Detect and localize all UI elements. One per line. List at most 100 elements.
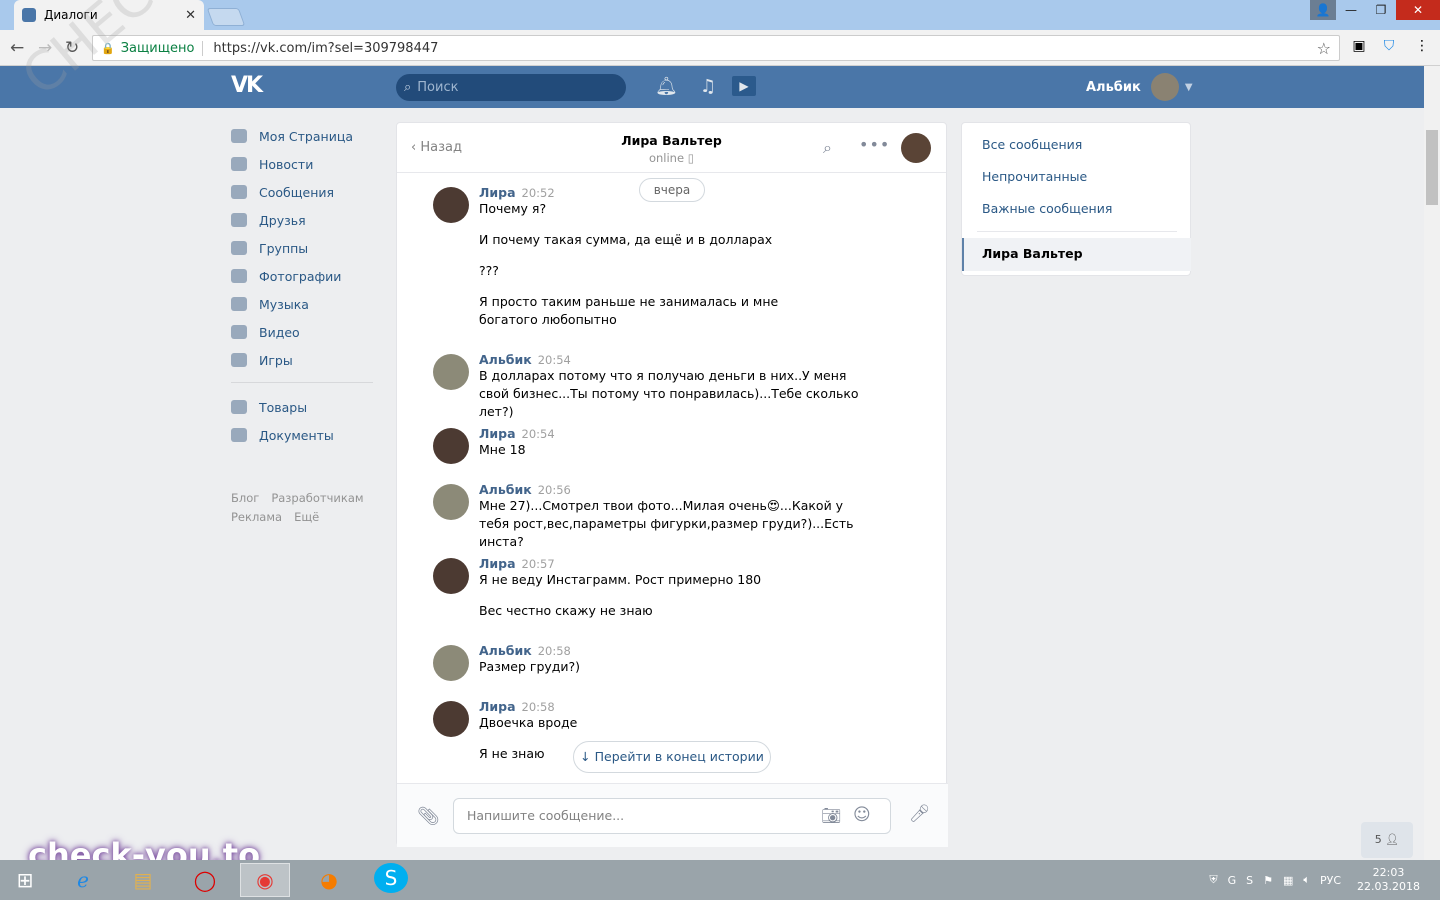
restore-button[interactable]: ❐ xyxy=(1366,0,1396,20)
firefox-icon[interactable]: ◕ xyxy=(304,863,354,897)
filter-important[interactable]: Важные сообщения xyxy=(982,201,1112,216)
chrome-icon[interactable]: ◉ xyxy=(240,863,290,897)
sidebar-item-groups[interactable]: Группы xyxy=(228,234,378,262)
friends-icon xyxy=(231,213,247,227)
avatar[interactable] xyxy=(433,558,469,594)
file-explorer-icon[interactable]: ▤ xyxy=(118,863,168,897)
sidebar-item-games[interactable]: Игры xyxy=(228,346,378,374)
paperclip-icon[interactable]: 📎︎ xyxy=(417,806,440,827)
music-note-icon[interactable]: ♫ xyxy=(700,76,716,97)
sidebar-footer: Блог Разработчикам Реклама Ещё xyxy=(231,489,378,527)
message-time: 20:57 xyxy=(521,557,555,571)
active-chat-item[interactable]: Лира Вальтер xyxy=(962,238,1191,271)
documents-icon xyxy=(231,428,247,442)
message-text: Размер груди?) xyxy=(479,659,581,674)
tray-grammarly-icon[interactable]: G xyxy=(1228,874,1237,887)
sidebar-item-messages[interactable]: Сообщения xyxy=(228,178,378,206)
smiley-icon[interactable]: ☺ xyxy=(853,805,871,825)
camera-icon[interactable]: 📷︎ xyxy=(821,806,841,825)
search-icon[interactable]: ⌕ xyxy=(823,138,832,158)
sidebar-item-video[interactable]: Видео xyxy=(228,318,378,346)
microphone-icon[interactable]: 🎤︎ xyxy=(909,804,931,824)
url-field[interactable]: 🔒 Защищено https://vk.com/im?sel=3097984… xyxy=(92,35,1340,61)
shield-extension-icon[interactable]: ⛉ xyxy=(1380,37,1398,55)
message-meta: Альбик 20:58 xyxy=(479,643,869,658)
skype-icon[interactable]: S xyxy=(374,863,408,893)
avatar[interactable] xyxy=(433,187,469,223)
photos-icon xyxy=(231,269,247,283)
windows-start-icon[interactable]: ⊞ xyxy=(0,863,50,897)
minimize-button[interactable]: — xyxy=(1336,0,1366,20)
person-icon: 👤︎ xyxy=(1385,833,1400,846)
friends-online-button[interactable]: 5 👤︎ xyxy=(1361,822,1413,858)
sidebar-item-goods[interactable]: Товары xyxy=(228,393,378,421)
sidebar-item-label: Моя Страница xyxy=(259,128,353,144)
clock[interactable]: 22:03 22.03.2018 xyxy=(1357,866,1420,894)
vk-favicon-icon xyxy=(22,8,36,22)
tray-flag-icon[interactable]: ⚑ xyxy=(1263,874,1273,887)
avatar[interactable] xyxy=(433,701,469,737)
internet-explorer-icon[interactable]: ℯ xyxy=(58,863,108,897)
close-tab-icon[interactable]: ✕ xyxy=(185,8,196,23)
play-icon[interactable]: ▶ xyxy=(732,76,756,96)
bell-icon[interactable]: 🔔︎ xyxy=(655,76,678,97)
tray-volume-icon[interactable]: 🔈︎ xyxy=(1303,873,1310,887)
avatar[interactable] xyxy=(433,484,469,520)
filter-all-messages[interactable]: Все сообщения xyxy=(982,137,1082,152)
right-filter-panel: Все сообщения Непрочитанные Важные сообщ… xyxy=(961,122,1191,276)
sidebar-item-documents[interactable]: Документы xyxy=(228,421,378,449)
message-author[interactable]: Альбик xyxy=(479,352,532,367)
bookmark-star-icon[interactable]: ☆ xyxy=(1317,39,1331,58)
message-author[interactable]: Альбик xyxy=(479,643,532,658)
tray-antivirus-icon[interactable]: ⛨ xyxy=(1209,873,1217,887)
avatar[interactable] xyxy=(433,354,469,390)
message-meta: Альбик 20:56 xyxy=(479,482,869,497)
extension-icon[interactable]: ▣ xyxy=(1350,37,1368,55)
more-dots-icon[interactable]: ••• xyxy=(859,135,890,154)
message-text: Мне 27)...Смотрел твои фото...Милая очен… xyxy=(479,498,854,549)
sidebar-divider xyxy=(231,382,373,383)
footer-ads-link[interactable]: Реклама xyxy=(231,510,282,524)
scrollbar-thumb[interactable] xyxy=(1426,130,1438,205)
sidebar-item-photos[interactable]: Фотографии xyxy=(228,262,378,290)
profile-icon[interactable]: 👤 xyxy=(1310,0,1336,20)
footer-blog-link[interactable]: Блог xyxy=(231,491,259,505)
mobile-icon: ▯ xyxy=(687,151,695,165)
avatar xyxy=(1150,73,1179,101)
message-author[interactable]: Лира xyxy=(479,426,516,441)
filter-unread[interactable]: Непрочитанные xyxy=(982,169,1087,184)
sidebar-item-news[interactable]: Новости xyxy=(228,150,378,178)
message-text: Двоечка вроде xyxy=(479,715,578,730)
tray-skype-icon[interactable]: S xyxy=(1246,874,1253,887)
jump-to-end-button[interactable]: ↓ Перейти в конец истории xyxy=(573,741,771,773)
opera-icon[interactable]: ◯ xyxy=(180,863,230,897)
sidebar-item-friends[interactable]: Друзья xyxy=(228,206,378,234)
clock-time: 22:03 xyxy=(1372,866,1405,879)
message-author[interactable]: Лира xyxy=(479,699,516,714)
user-menu[interactable]: Альбик ▼ xyxy=(1086,66,1193,108)
message-text: Я не веду Инстаграмм. Рост примерно 180 xyxy=(479,572,762,587)
sidebar-item-my-page[interactable]: Моя Страница xyxy=(228,122,378,150)
message-meta: Альбик 20:54 xyxy=(479,352,869,367)
new-tab-button[interactable] xyxy=(206,8,246,26)
contact-avatar[interactable] xyxy=(901,133,931,163)
sidebar-item-label: Игры xyxy=(259,352,293,368)
tray-network-icon[interactable]: ▦ xyxy=(1283,874,1293,887)
avatar[interactable] xyxy=(433,645,469,681)
language-indicator[interactable]: РУС xyxy=(1320,874,1341,887)
sidebar-item-label: Товары xyxy=(259,399,308,415)
close-window-button[interactable]: ✕ xyxy=(1396,0,1440,20)
menu-dots-icon[interactable]: ⋮ xyxy=(1413,37,1431,55)
search-input[interactable]: ⌕ Поиск xyxy=(396,74,626,101)
message-author[interactable]: Альбик xyxy=(479,482,532,497)
footer-dev-link[interactable]: Разработчикам xyxy=(271,491,363,505)
messages-icon xyxy=(231,185,247,199)
avatar[interactable] xyxy=(433,428,469,464)
sidebar-item-music[interactable]: Музыка xyxy=(228,290,378,318)
sidebar-item-label: Документы xyxy=(259,427,334,443)
message-author[interactable]: Лира xyxy=(479,556,516,571)
chevron-down-icon: ▼ xyxy=(1184,81,1193,93)
vk-logo[interactable]: VK xyxy=(231,73,263,98)
message-author[interactable]: Лира xyxy=(479,185,516,200)
footer-more-link[interactable]: Ещё xyxy=(294,510,319,524)
